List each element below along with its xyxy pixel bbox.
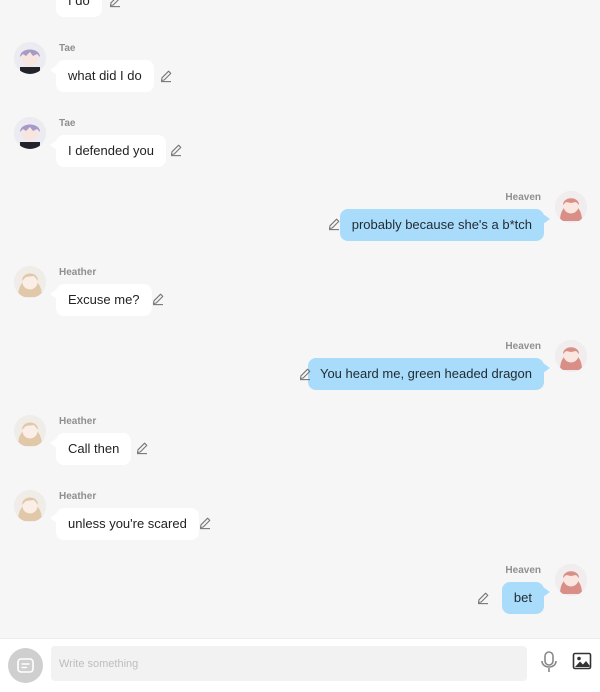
message-text: You heard me, green headed dragon: [319, 366, 532, 381]
sender-name: Tae: [59, 43, 76, 54]
message-text: I defended you: [68, 143, 155, 158]
sender-name: Heather: [59, 267, 97, 278]
message-bubble[interactable]: bet: [501, 582, 551, 614]
message-text: I do: [68, 0, 90, 8]
tae-avatar[interactable]: [14, 42, 46, 74]
edit-pencil-icon[interactable]: [135, 441, 149, 455]
heaven-avatar[interactable]: [555, 564, 587, 596]
edit-pencil-icon[interactable]: [327, 217, 341, 231]
heaven-avatar[interactable]: [555, 191, 587, 223]
message-text: what did I do: [68, 68, 142, 83]
edit-pencil-icon[interactable]: [298, 367, 312, 381]
heather-avatar[interactable]: [14, 266, 46, 298]
message-row: Heaven bet: [0, 562, 600, 622]
edit-pencil-icon[interactable]: [198, 516, 212, 530]
microphone-icon[interactable]: [540, 651, 558, 678]
message-bubble[interactable]: I defended you: [49, 135, 167, 167]
image-icon[interactable]: [572, 651, 592, 676]
message-input[interactable]: [51, 646, 527, 681]
edit-pencil-icon[interactable]: [476, 591, 490, 605]
message-bubble[interactable]: Excuse me?: [50, 284, 152, 316]
message-row: Heather Call then: [0, 413, 600, 473]
heaven-avatar[interactable]: [555, 340, 587, 372]
edit-pencil-icon[interactable]: [151, 292, 165, 306]
message-row: Heaven You heard me, green headed dragon: [0, 338, 600, 398]
message-row: Tae I defended you: [0, 115, 600, 175]
edit-pencil-icon[interactable]: [108, 0, 122, 8]
sender-name: Heaven: [505, 192, 541, 203]
sender-name: Heaven: [505, 341, 541, 352]
sender-name: Heaven: [505, 565, 541, 576]
sender-name: Heather: [59, 491, 97, 502]
message-bubble[interactable]: what did I do: [50, 60, 154, 92]
sticker-button[interactable]: [8, 648, 43, 683]
message-text: Excuse me?: [68, 292, 140, 307]
message-row: Tae what did I do: [0, 40, 600, 100]
message-row: Heaven probably because she's a b*tch: [0, 189, 600, 249]
message-text: unless you're scared: [68, 516, 187, 531]
message-text: Call then: [68, 441, 120, 456]
heather-avatar[interactable]: [14, 415, 46, 447]
message-bubble[interactable]: unless you're scared: [50, 508, 199, 540]
chat-thread: I do Tae what did I do Tae I defended yo…: [0, 0, 600, 638]
edit-pencil-icon[interactable]: [169, 143, 183, 157]
sender-name: Heather: [59, 416, 97, 427]
message-text: bet: [513, 590, 532, 605]
message-composer: [0, 638, 600, 692]
message-bubble[interactable]: You heard me, green headed dragon: [307, 358, 551, 390]
message-row: Heather Excuse me?: [0, 264, 600, 324]
sender-name: Tae: [59, 118, 76, 129]
heather-avatar[interactable]: [14, 490, 46, 522]
message-bubble[interactable]: I do: [56, 0, 102, 17]
message-bubble[interactable]: Call then: [49, 433, 132, 465]
message-bubble[interactable]: probably because she's a b*tch: [339, 209, 551, 241]
message-row: Heather unless you're scared: [0, 488, 600, 548]
message-text: probably because she's a b*tch: [351, 217, 532, 232]
tae-avatar[interactable]: [14, 117, 46, 149]
message-row: I do: [0, 0, 600, 20]
edit-pencil-icon[interactable]: [159, 69, 173, 83]
